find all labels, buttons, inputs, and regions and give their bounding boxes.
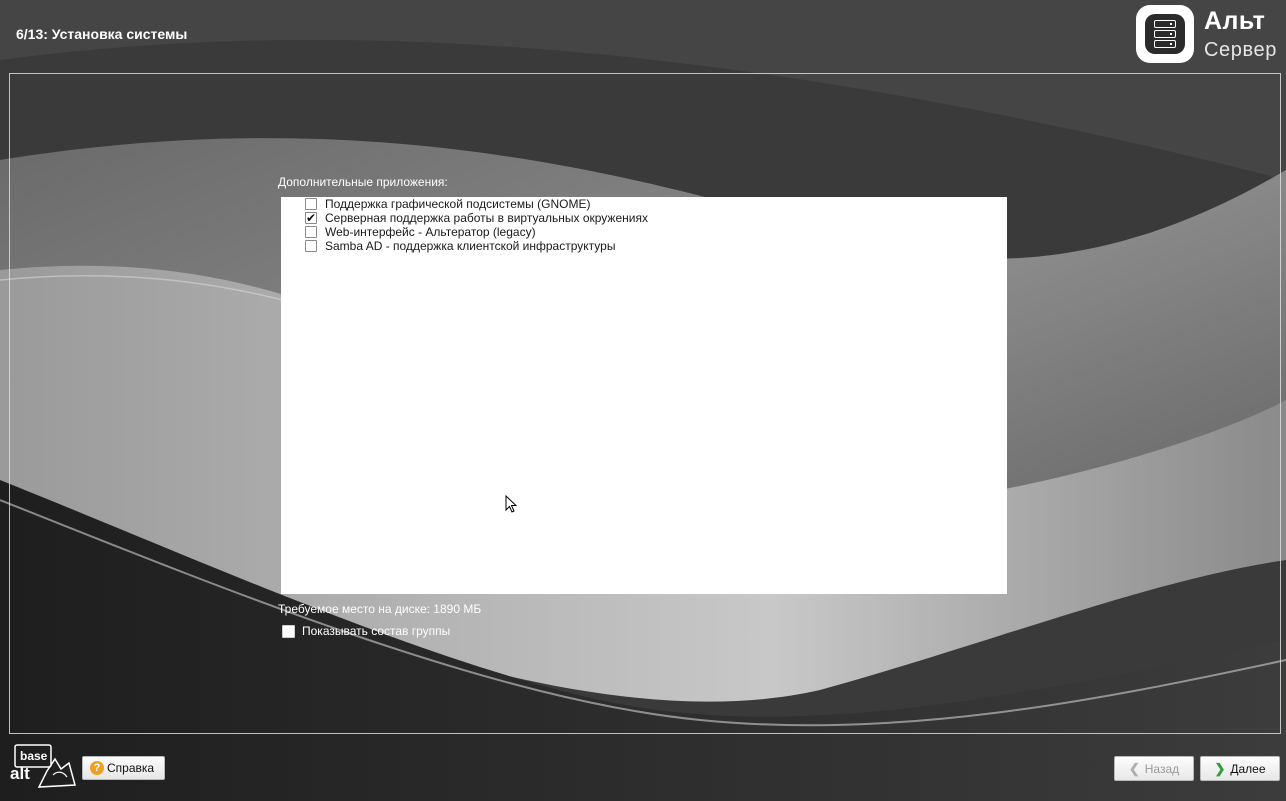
show-group-option[interactable]: Показывать состав группы (282, 624, 450, 638)
list-item-label: Samba AD - поддержка клиентской инфрастр… (325, 239, 616, 253)
mouse-pointer-icon (505, 495, 518, 513)
svg-text:alt: alt (10, 764, 30, 783)
help-button-label: Справка (107, 761, 155, 775)
list-item-label: Серверная поддержка работы в виртуальных… (325, 211, 648, 225)
brand-name: Альт (1204, 7, 1266, 35)
list-item-virtualization[interactable]: ✔ Серверная поддержка работы в виртуальн… (305, 211, 648, 225)
chevron-right-icon: ❯ (1214, 760, 1226, 776)
alt-server-logo: Альт Сервер (1136, 5, 1286, 65)
chevron-left-icon: ❮ (1128, 760, 1140, 776)
checkbox[interactable] (305, 240, 317, 252)
svg-text:base: base (20, 749, 48, 763)
list-item-samba-ad[interactable]: Samba AD - поддержка клиентской инфрастр… (305, 239, 615, 253)
checkbox[interactable] (305, 226, 317, 238)
list-item-label: Web-интерфейс - Альтератор (legacy) (325, 225, 536, 239)
disk-space-required: Требуемое место на диске: 1890 МБ (278, 602, 482, 616)
list-item-label: Поддержка графической подсистемы (GNOME) (325, 197, 591, 211)
checkbox-checked[interactable]: ✔ (305, 212, 317, 224)
back-button-label: Назад (1144, 761, 1180, 776)
list-item-gnome[interactable]: Поддержка графической подсистемы (GNOME) (305, 197, 590, 211)
checkbox[interactable] (305, 198, 317, 210)
server-icon (1136, 5, 1194, 63)
back-button[interactable]: ❮ Назад (1114, 756, 1194, 781)
show-group-label: Показывать состав группы (302, 624, 451, 638)
next-button-label: Далее (1230, 761, 1266, 776)
next-button[interactable]: ❯ Далее (1200, 756, 1280, 781)
applications-list[interactable]: Поддержка графической подсистемы (GNOME)… (281, 197, 1007, 594)
step-title: 6/13: Установка системы (16, 26, 188, 42)
help-button[interactable]: ? Справка (82, 756, 165, 780)
brand-edition: Сервер (1204, 39, 1277, 61)
section-label: Дополнительные приложения: (278, 175, 448, 189)
help-icon: ? (90, 761, 104, 775)
basealt-logo: base alt (10, 744, 76, 788)
show-group-checkbox[interactable] (282, 624, 295, 638)
list-item-web-alterator[interactable]: Web-интерфейс - Альтератор (legacy) (305, 225, 536, 239)
